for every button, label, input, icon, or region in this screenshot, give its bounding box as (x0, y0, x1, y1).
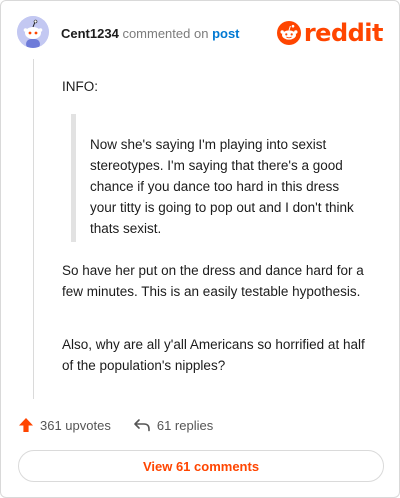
arrow-up-icon (19, 418, 33, 432)
comment-header: Cent1234 commented on post (61, 26, 240, 42)
reddit-alien-icon (276, 21, 301, 45)
snoo-avatar-icon (17, 16, 49, 48)
thread-line[interactable] (33, 59, 34, 399)
replies-button[interactable]: 61 replies (133, 417, 213, 433)
comment-paragraph: So have her put on the dress and dance h… (62, 263, 364, 299)
comment-card: Cent1234 commented on post reddit INFO: … (0, 0, 400, 498)
comment-actions: 361 upvotes 61 replies (18, 417, 213, 433)
reply-arrow-icon (134, 419, 150, 432)
reddit-wordmark: reddit (303, 19, 384, 47)
user-avatar[interactable] (17, 16, 49, 48)
commented-label: commented on (122, 26, 209, 41)
replies-count: 61 replies (156, 417, 214, 433)
reddit-logo[interactable]: reddit (276, 19, 384, 47)
view-comments-button[interactable]: View 61 comments (18, 450, 384, 482)
blockquote-text: Now she's saying I'm playing into sexist… (90, 137, 354, 236)
blockquote-bar (71, 114, 76, 242)
username-link[interactable]: Cent1234 (61, 26, 119, 41)
comment-info-label: INFO: (62, 79, 98, 94)
upvote-button[interactable]: 361 upvotes (18, 417, 111, 433)
post-link[interactable]: post (212, 26, 239, 41)
comment-paragraph: Also, why are all y'all Americans so hor… (62, 337, 365, 373)
upvote-count: 361 upvotes (40, 417, 111, 433)
